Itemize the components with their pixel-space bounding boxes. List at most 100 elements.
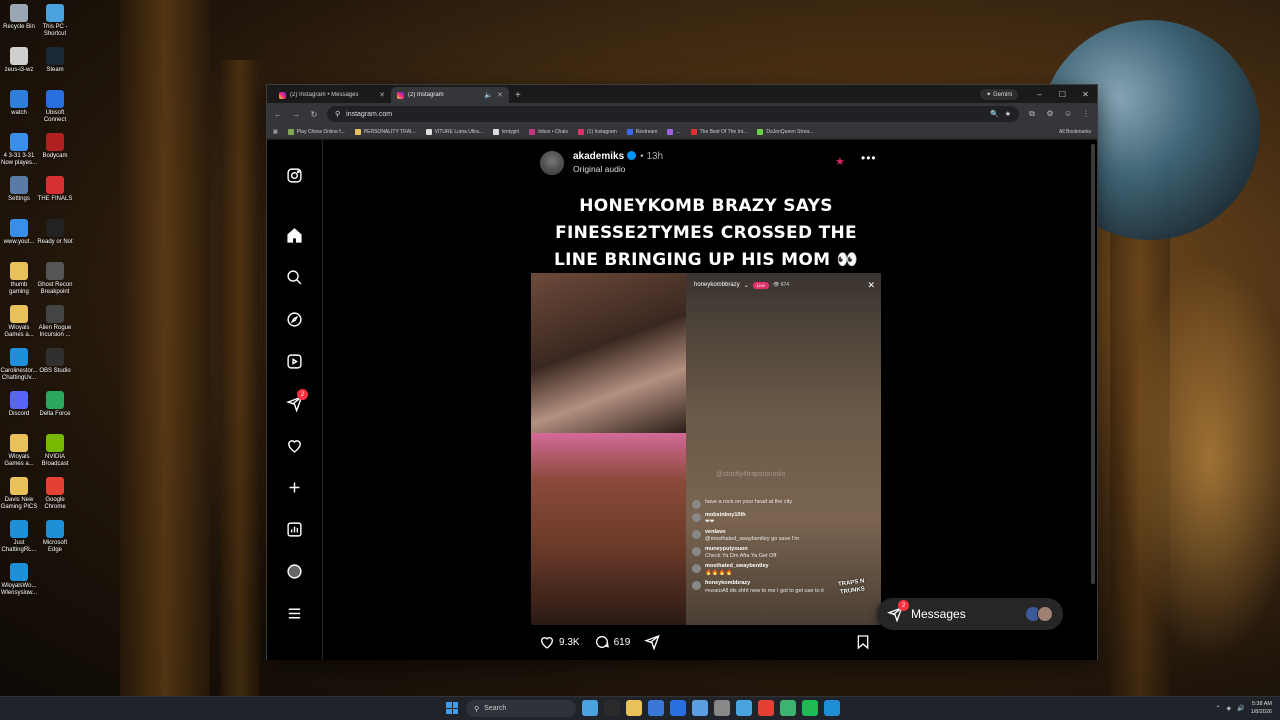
desktop-icon[interactable]: Microsoft Edge <box>36 520 74 554</box>
chevron-up-icon[interactable]: ⌃ <box>1215 705 1220 712</box>
taskbar-search[interactable]: ⚲ Search <box>466 700 576 717</box>
notifications-icon[interactable] <box>285 436 303 454</box>
bookmark-item[interactable]: The Best Of The Int... <box>690 128 747 135</box>
close-window-button[interactable]: ✕ <box>1074 90 1097 99</box>
desktop-icon[interactable]: thumb gaming <box>0 262 38 296</box>
create-icon[interactable] <box>285 478 303 496</box>
desktop-icon[interactable]: zeus-i3-wz <box>0 47 38 74</box>
taskbar-app-icon[interactable] <box>626 700 642 716</box>
minimize-button[interactable]: – <box>1028 90 1051 99</box>
bookmark-item[interactable]: VITURE Luma Ultra... <box>425 128 483 135</box>
close-tab-icon[interactable]: ✕ <box>497 91 503 99</box>
desktop-icon[interactable]: Recycle Bin <box>0 4 38 31</box>
taskbar-app-icon[interactable] <box>802 700 818 716</box>
taskbar-app-icon[interactable] <box>714 700 730 716</box>
desktop-icon[interactable]: Just ChattingRL... <box>0 520 38 554</box>
network-icon[interactable]: ◈ <box>1226 705 1231 712</box>
desktop-icon[interactable]: Steam <box>36 47 74 74</box>
profile-icon[interactable]: ☺ <box>1063 109 1073 119</box>
audio-label[interactable]: Original audio <box>573 164 625 174</box>
taskbar-app-icon[interactable] <box>670 700 686 716</box>
gemini-button[interactable]: ✦ Gemini <box>980 88 1018 100</box>
tab-instagram-messages[interactable]: (2) Instagram • Messages ✕ <box>273 87 391 103</box>
explore-icon[interactable] <box>285 310 303 328</box>
save-button[interactable] <box>855 634 871 650</box>
taskbar-app-icon[interactable] <box>824 700 840 716</box>
close-tab-icon[interactable]: ✕ <box>379 91 385 99</box>
desktop-icon[interactable]: Ghost Recon Breakpoint <box>36 262 74 296</box>
desktop-icon[interactable]: THE FINALS <box>36 176 74 203</box>
bookmark-item[interactable]: lentygirl <box>492 128 519 135</box>
desktop-icon[interactable]: OBS Studio <box>36 348 74 375</box>
post-author[interactable]: akademiks • 13h <box>573 151 663 162</box>
desktop-icon[interactable]: Carolinestor... ChattingUv... <box>0 348 38 382</box>
comment-button[interactable]: 619 <box>594 634 630 650</box>
volume-icon[interactable]: 🔊 <box>1237 705 1244 712</box>
taskbar-app-icon[interactable] <box>736 700 752 716</box>
desktop-icon[interactable]: 4 3-31 3-31 Now playes... <box>0 133 38 167</box>
username[interactable]: akademiks <box>573 151 624 162</box>
messages-pill-button[interactable]: 2 Messages <box>877 598 1063 630</box>
browser-menu-icon[interactable]: ⋮ <box>1081 109 1091 119</box>
desktop-icon[interactable]: watch <box>0 90 38 117</box>
messages-icon[interactable]: 2 <box>285 389 308 412</box>
maximize-button[interactable]: ☐ <box>1051 90 1074 99</box>
address-bar[interactable]: ⚲ instagram.com 🔍 ★ <box>327 106 1019 122</box>
site-info-icon[interactable]: ⚲ <box>335 110 340 118</box>
more-menu-icon[interactable] <box>285 604 303 622</box>
desktop-icon[interactable]: Wloyals Games a... <box>0 305 38 339</box>
desktop-icon[interactable]: Ready or Not <box>36 219 74 246</box>
back-icon[interactable]: ← <box>273 110 283 119</box>
desktop-icon[interactable]: www.yout... <box>0 219 38 246</box>
mute-tab-icon[interactable]: 🔈 <box>484 91 493 99</box>
bookmark-item[interactable]: Inbox • Chats <box>529 128 568 135</box>
desktop-icon[interactable]: Google Chrome <box>36 477 74 511</box>
bookmark-item[interactable]: Restream <box>626 128 657 135</box>
start-windows-icon[interactable] <box>446 702 458 714</box>
clock[interactable]: 5:38 AM 1/8/2026 <box>1251 700 1272 716</box>
all-bookmarks-button[interactable]: All Bookmarks <box>1059 129 1091 135</box>
desktop-icon[interactable]: Discord <box>0 391 38 418</box>
dashboard-icon[interactable] <box>285 520 303 538</box>
taskbar-app-icon[interactable] <box>758 700 774 716</box>
like-button[interactable]: 9.3K <box>539 634 580 650</box>
apps-grid-icon[interactable]: ▦ <box>273 129 278 135</box>
desktop-icon[interactable]: Delta Force <box>36 391 74 418</box>
desktop-icon[interactable]: NVIDIA Broadcast <box>36 434 74 468</box>
desktop-icon[interactable]: Bodycam <box>36 133 74 160</box>
home-icon[interactable] <box>285 226 303 244</box>
bookmark-item[interactable]: ... <box>667 128 681 135</box>
taskbar-app-icon[interactable] <box>604 700 620 716</box>
profile-icon[interactable] <box>285 562 303 580</box>
new-tab-button[interactable]: + <box>509 90 527 103</box>
desktop-icon[interactable]: Alien Rogue Incursion ... <box>36 305 74 339</box>
taskbar-app-icon[interactable] <box>780 700 796 716</box>
forward-icon[interactable]: → <box>291 110 301 119</box>
reels-icon[interactable] <box>285 352 303 370</box>
taskbar-app-icon[interactable] <box>582 700 598 716</box>
reload-icon[interactable]: ↻ <box>309 110 319 119</box>
desktop-icon[interactable]: This PC - Shortcut <box>36 4 74 38</box>
extension-icon[interactable]: ⧉ <box>1027 109 1037 119</box>
bookmark-item[interactable]: DoJenQueen Strea... <box>757 128 813 135</box>
bookmark-star-icon[interactable]: ★ <box>1005 110 1011 118</box>
taskbar-app-icon[interactable] <box>692 700 708 716</box>
share-button[interactable] <box>644 634 661 650</box>
tab-instagram[interactable]: (2) Instagram 🔈 ✕ <box>391 87 509 103</box>
bookmark-item[interactable]: PERSONALITY TRAI... <box>354 128 416 135</box>
desktop-icon[interactable]: Davis New Gaming PICS <box>0 477 38 511</box>
desktop-icon[interactable]: Wloyals Games a... <box>0 434 38 468</box>
more-options-icon[interactable]: ••• <box>861 151 877 165</box>
zoom-icon[interactable]: 🔍 <box>990 110 999 118</box>
desktop-icon[interactable]: Ubisoft Connect <box>36 90 74 124</box>
post-media[interactable]: HONEYKOMB BRAZY SAYS FINESSE2TYMES CROSS… <box>531 185 881 625</box>
extensions-puzzle-icon[interactable]: ⚙ <box>1045 109 1055 119</box>
search-icon[interactable] <box>285 268 303 286</box>
desktop-icon[interactable]: Settings <box>0 176 38 203</box>
desktop-icon[interactable]: WloyalsWo... Wlensyslow... <box>0 563 38 597</box>
bookmark-item[interactable]: Play Chess Online f... <box>287 128 345 135</box>
taskbar-app-icon[interactable] <box>648 700 664 716</box>
page-scrollbar[interactable] <box>1091 144 1095 584</box>
instagram-logo-icon[interactable] <box>285 166 303 184</box>
bookmark-item[interactable]: (1) Instagram <box>578 128 617 135</box>
